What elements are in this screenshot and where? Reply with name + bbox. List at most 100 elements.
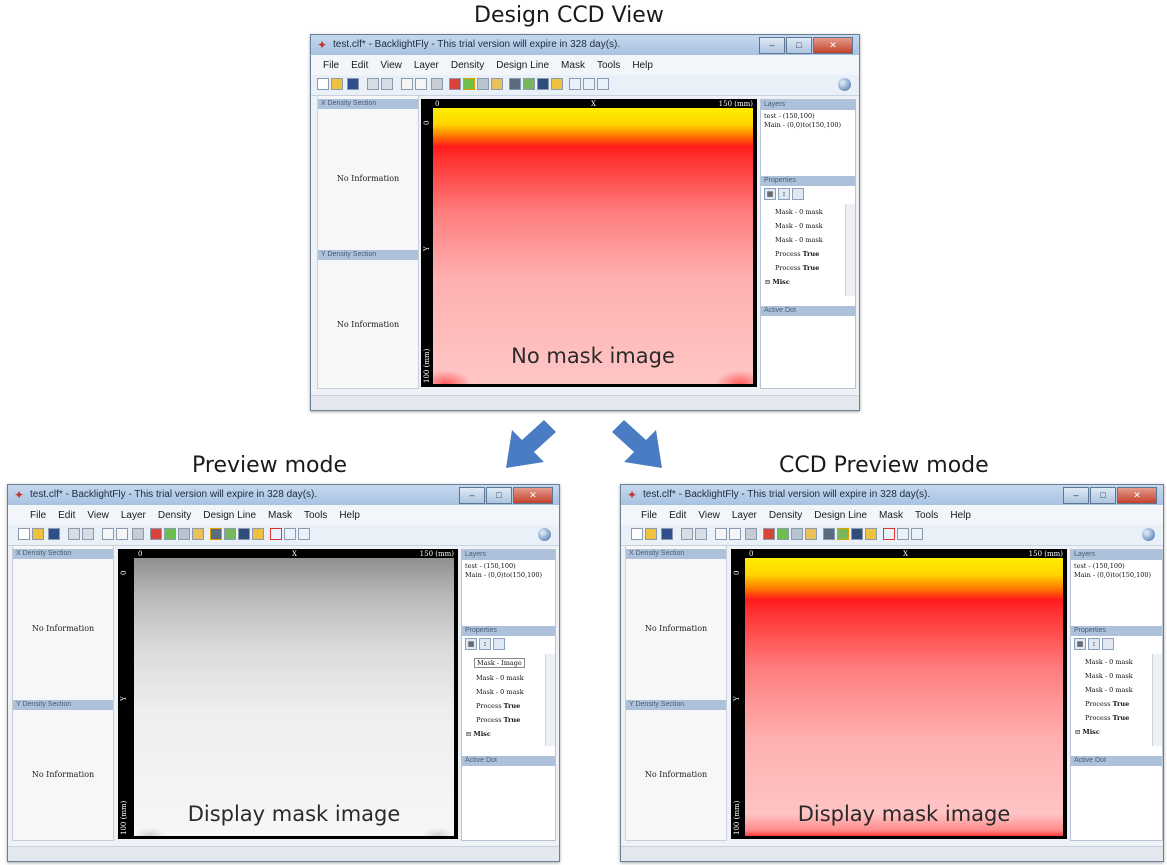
help-globe-icon[interactable] [1142,528,1155,541]
ccd-preview-canvas[interactable]: 0 X 150 (mm) 0 Y 100 (mm) Display mask i… [731,549,1067,839]
density-tool-icon[interactable] [449,78,461,90]
menu-design-line[interactable]: Design Line [814,510,867,521]
categorized-icon[interactable]: ▦ [465,638,477,650]
density-tool-icon[interactable] [763,528,775,540]
menu-density[interactable]: Density [769,510,802,521]
property-row[interactable]: Process True [476,716,520,724]
menu-edit[interactable]: Edit [669,510,686,521]
chart-icon[interactable] [569,78,581,90]
help-globe-icon[interactable] [838,78,851,91]
grid-icon[interactable] [745,528,757,540]
mask-tool-icon[interactable] [805,528,817,540]
sort-alpha-icon[interactable]: ↕ [479,638,491,650]
menu-design-line[interactable]: Design Line [496,60,549,71]
ccd-view-icon[interactable] [164,528,176,540]
menu-view[interactable]: View [380,60,402,71]
property-category-misc[interactable]: ⊟ Misc [1075,728,1100,736]
window-icon[interactable] [284,528,296,540]
layer-item[interactable]: test - (150,100) [465,562,516,570]
property-pages-icon[interactable] [493,638,505,650]
copy-icon[interactable] [401,78,413,90]
close-button[interactable]: ✕ [513,487,553,504]
new-file-icon[interactable] [317,78,329,90]
paste-icon[interactable] [415,78,427,90]
window-icon[interactable] [897,528,909,540]
property-category-misc[interactable]: ⊟ Misc [765,278,790,286]
menu-layer[interactable]: Layer [121,510,146,521]
save-icon[interactable] [661,528,673,540]
property-row[interactable]: Mask - 0 mask [476,688,524,696]
layout-icon[interactable] [298,528,310,540]
mask-tool-icon[interactable] [491,78,503,90]
layer-tool-icon[interactable] [537,78,549,90]
categorized-icon[interactable]: ▦ [1074,638,1086,650]
mask-tool-icon[interactable] [192,528,204,540]
menu-density[interactable]: Density [451,60,484,71]
save-icon[interactable] [347,78,359,90]
menu-help[interactable]: Help [632,60,653,71]
copy-icon[interactable] [102,528,114,540]
menu-layer[interactable]: Layer [732,510,757,521]
paste-icon[interactable] [729,528,741,540]
property-pages-icon[interactable] [1102,638,1114,650]
ccd-canvas[interactable]: 0 X 150 (mm) 0 Y 100 (mm) No mask image [421,99,757,387]
menu-file[interactable]: File [323,60,339,71]
paste-icon[interactable] [116,528,128,540]
menu-edit[interactable]: Edit [58,510,75,521]
menu-file[interactable]: File [641,510,657,521]
minimize-button[interactable]: – [459,487,485,504]
color-tool-icon[interactable] [865,528,877,540]
save-icon[interactable] [48,528,60,540]
preview-icon[interactable] [823,528,835,540]
color-tool-icon[interactable] [551,78,563,90]
menu-tools[interactable]: Tools [304,510,327,521]
maximize-button[interactable]: □ [786,37,812,54]
layout-icon[interactable] [911,528,923,540]
minimize-button[interactable]: – [759,37,785,54]
property-category-misc[interactable]: ⊟ Misc [466,730,491,738]
menu-help[interactable]: Help [950,510,971,521]
properties-scrollbar[interactable] [545,654,555,746]
sort-alpha-icon[interactable]: ↕ [778,188,790,200]
property-row[interactable]: Process True [476,702,520,710]
ccd-view-icon[interactable] [777,528,789,540]
grid-icon[interactable] [431,78,443,90]
menu-mask[interactable]: Mask [561,60,585,71]
property-row[interactable]: Process True [775,264,819,272]
maximize-button[interactable]: □ [486,487,512,504]
redo-icon[interactable] [82,528,94,540]
property-row[interactable]: Mask - 0 mask [775,222,823,230]
layer-item[interactable]: Main - (0,0)to(150,100) [1074,571,1151,579]
property-row-selected[interactable]: Mask - Image [474,658,525,668]
property-row[interactable]: Mask - 0 mask [775,208,823,216]
undo-icon[interactable] [367,78,379,90]
menu-layer[interactable]: Layer [414,60,439,71]
property-row[interactable]: Process True [775,250,819,258]
close-button[interactable]: ✕ [1117,487,1157,504]
open-folder-icon[interactable] [32,528,44,540]
menu-file[interactable]: File [30,510,46,521]
menu-tools[interactable]: Tools [597,60,620,71]
menu-edit[interactable]: Edit [351,60,368,71]
window-icon[interactable] [583,78,595,90]
property-row[interactable]: Mask - 0 mask [1085,658,1133,666]
undo-icon[interactable] [68,528,80,540]
sort-alpha-icon[interactable]: ↕ [1088,638,1100,650]
help-globe-icon[interactable] [538,528,551,541]
undo-icon[interactable] [681,528,693,540]
layer-tool-icon[interactable] [851,528,863,540]
design-icon[interactable] [477,78,489,90]
menu-density[interactable]: Density [158,510,191,521]
maximize-button[interactable]: □ [1090,487,1116,504]
menu-mask[interactable]: Mask [879,510,903,521]
properties-scrollbar[interactable] [845,204,855,296]
open-folder-icon[interactable] [331,78,343,90]
property-row[interactable]: Mask - 0 mask [476,674,524,682]
menu-mask[interactable]: Mask [268,510,292,521]
new-file-icon[interactable] [631,528,643,540]
preview-icon[interactable] [509,78,521,90]
layout-icon[interactable] [597,78,609,90]
menu-view[interactable]: View [87,510,109,521]
density-tool-icon[interactable] [150,528,162,540]
minimize-button[interactable]: – [1063,487,1089,504]
